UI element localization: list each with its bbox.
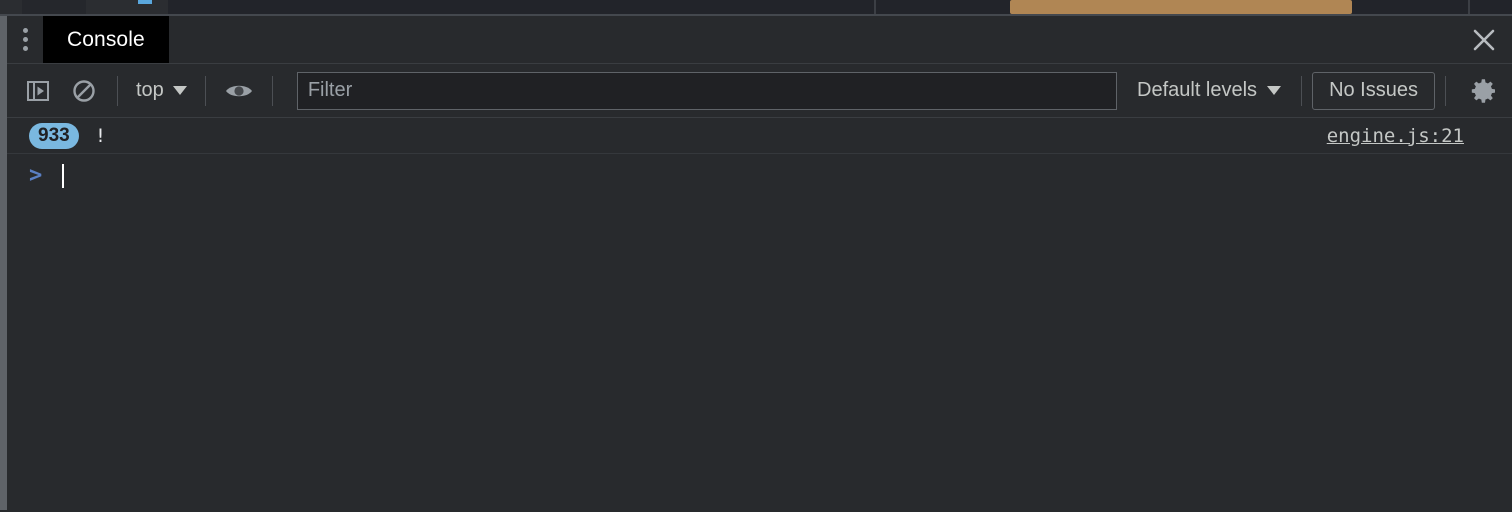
sidebar-toggle-icon[interactable] (15, 64, 61, 118)
issues-button[interactable]: No Issues (1312, 71, 1435, 110)
dot (22, 28, 28, 33)
toolbar-divider (117, 75, 118, 106)
issues-button-label: No Issues (1329, 79, 1418, 101)
execution-context-selector[interactable]: top (128, 74, 195, 108)
page-divider-left (874, 0, 876, 14)
console-toolbar: top Default levels No Issues (7, 64, 1512, 118)
execution-context-value: top (136, 79, 164, 101)
devtools-resize-handle[interactable] (0, 16, 7, 510)
filter-input[interactable] (296, 71, 1117, 110)
page-highlighted-element (1010, 0, 1352, 14)
console-output: 933 ! engine.js:21 > (7, 118, 1512, 510)
toolbar-divider (204, 75, 206, 106)
text-caret (62, 164, 65, 188)
devtools-panel: Console top Filter Default levels No Iss… (0, 14, 1512, 512)
toolbar-divider (1445, 75, 1446, 106)
chevron-down-icon (1267, 86, 1282, 95)
page-active-tab-indicator (138, 0, 152, 4)
dot (22, 37, 28, 42)
page-panel-left (0, 0, 22, 14)
gear-icon[interactable] (1456, 64, 1512, 118)
devtools-content: Console top Filter Default levels No Iss… (7, 16, 1512, 510)
page-divider-right (1468, 0, 1470, 14)
toolbar-divider (271, 75, 273, 106)
log-levels-selector[interactable]: Default levels (1127, 74, 1291, 108)
chevron-down-icon (172, 86, 187, 95)
console-message-row[interactable]: 933 ! engine.js:21 (7, 118, 1512, 154)
tab-console-label: Console (67, 27, 145, 51)
underlying-page-sliver (0, 0, 1512, 14)
message-source-link[interactable]: engine.js:21 (1327, 125, 1464, 147)
message-count-badge[interactable]: 933 (29, 122, 79, 149)
prompt-chevron-icon: > (29, 163, 43, 188)
console-prompt-input[interactable] (66, 162, 1512, 190)
dot (22, 46, 28, 51)
page-panel-right (86, 0, 168, 14)
devtools-tabstrip: Console (7, 16, 1512, 64)
message-text: ! (94, 124, 107, 147)
more-tabs-icon[interactable] (7, 16, 43, 63)
page-panel-mid (22, 0, 86, 14)
close-icon[interactable] (1456, 16, 1512, 63)
toolbar-divider (1301, 75, 1303, 106)
clear-console-icon[interactable] (61, 64, 107, 118)
eye-icon[interactable] (216, 64, 262, 118)
tab-console[interactable]: Console (43, 16, 169, 63)
console-prompt-row[interactable]: > (7, 154, 1512, 198)
log-levels-value: Default levels (1137, 79, 1258, 101)
